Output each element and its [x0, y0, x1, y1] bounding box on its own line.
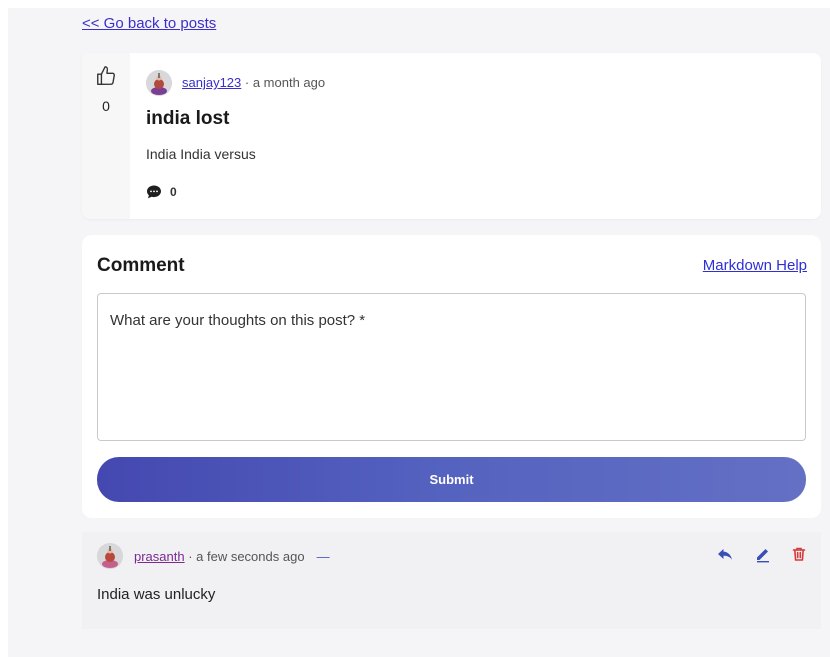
comment-text: India was unlucky	[97, 586, 216, 603]
avatar-icon	[97, 543, 123, 569]
comment-meta: prasanth · a few seconds ago —	[134, 549, 330, 564]
pencil-icon[interactable]	[754, 545, 772, 563]
comment-timestamp: · a few seconds ago	[184, 549, 305, 564]
trash-icon[interactable]	[790, 545, 808, 563]
comment-bubble-icon	[147, 185, 161, 199]
comment-form-card: Comment Markdown Help Submit	[82, 235, 821, 518]
reply-icon[interactable]	[716, 545, 734, 563]
avatar-icon	[146, 70, 172, 96]
submit-button[interactable]: Submit	[97, 457, 806, 502]
comment-item: prasanth · a few seconds ago — India was …	[82, 532, 821, 629]
avatar	[146, 70, 172, 96]
comment-heading: Comment	[97, 255, 185, 276]
markdown-help-link[interactable]: Markdown Help	[703, 257, 807, 274]
vote-count: 0	[102, 98, 110, 114]
comment-count: 0	[146, 184, 177, 200]
post-timestamp: · a month ago	[241, 75, 326, 90]
post-body: India India versus	[146, 146, 256, 162]
comment-count-value: 0	[170, 185, 177, 199]
post-author-link[interactable]: sanjay123	[182, 75, 241, 90]
vote-column: 0	[82, 53, 130, 219]
post-meta: sanjay123 · a month ago	[182, 75, 325, 90]
post-card: 0 sanjay123 · a month ago india lost Ind…	[82, 53, 821, 219]
avatar	[97, 543, 123, 569]
post-title: india lost	[146, 108, 230, 129]
comment-author-link[interactable]: prasanth	[134, 549, 185, 564]
collapse-comment-button[interactable]: —	[317, 549, 330, 564]
comment-input[interactable]	[97, 293, 806, 441]
thumbs-up-icon[interactable]	[95, 65, 117, 87]
back-to-posts-link[interactable]: << Go back to posts	[82, 15, 216, 32]
